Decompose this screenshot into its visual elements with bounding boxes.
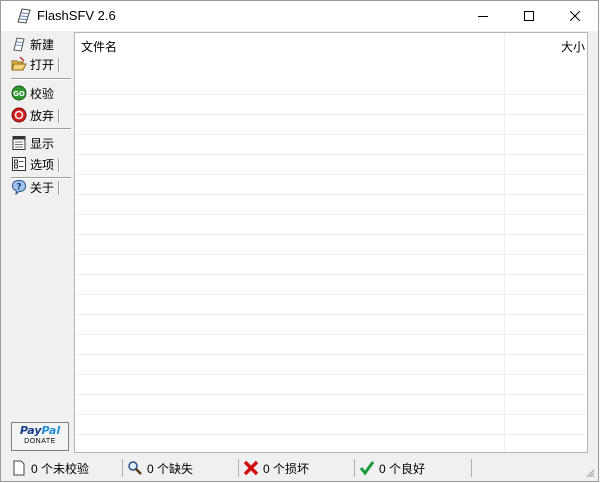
grid-line (75, 435, 587, 452)
grid-line (75, 295, 587, 315)
grid-line (75, 335, 587, 355)
verify-label: 校验 (30, 86, 55, 101)
status-divider (354, 459, 355, 477)
column-header-size[interactable]: 大小 (561, 38, 585, 55)
status-good: 0 个良好 (359, 458, 425, 478)
status-broken: 0 个损坏 (243, 458, 309, 478)
grid-line (75, 415, 587, 435)
minimize-button[interactable] (460, 1, 506, 31)
status-missing: 0 个缺失 (127, 458, 193, 478)
toolbar-separator (11, 128, 71, 130)
grid-line (75, 115, 587, 135)
open-icon (10, 56, 27, 73)
toolbar-separator (11, 78, 71, 80)
open-button[interactable]: 打开 (8, 54, 70, 74)
options-label: 选项 (30, 157, 55, 172)
file-list[interactable]: 文件名 大小 (74, 32, 588, 453)
error-x-icon (243, 460, 259, 476)
grid-line (75, 95, 587, 115)
grid-line (75, 355, 587, 375)
grid-line (75, 315, 587, 335)
grid-line (75, 275, 587, 295)
verify-button[interactable]: GO 校验 (8, 83, 70, 103)
checkmark-icon (359, 460, 375, 476)
toolbar-group-divider (58, 58, 60, 72)
abort-button[interactable]: 放弃 (8, 105, 70, 125)
grid-line (75, 155, 587, 175)
list-header: 文件名 大小 (75, 33, 587, 57)
missing-count: 0 个缺失 (147, 461, 194, 476)
side-toolbar: 新建 打开 GO 校验 放弃 显示 选项 ? 关于 PayPal DONATE (8, 32, 71, 453)
document-icon (11, 460, 27, 476)
close-icon (570, 11, 580, 21)
help-icon: ? (10, 179, 27, 196)
go-icon: GO (10, 85, 27, 102)
donate-label: DONATE (24, 438, 56, 445)
close-button[interactable] (552, 1, 598, 31)
paypal-logo: PayPal (19, 424, 61, 437)
abort-label: 放弃 (30, 108, 55, 123)
display-icon (10, 135, 27, 152)
stop-icon (10, 107, 27, 124)
status-divider (122, 459, 123, 477)
new-label: 新建 (30, 37, 55, 52)
status-bar: 0 个未校验 0 个缺失 0 个损坏 0 个良好 (1, 456, 598, 481)
status-divider (471, 459, 472, 477)
about-button[interactable]: ? 关于 (8, 177, 70, 197)
grid-line (75, 395, 587, 415)
toolbar-group-divider (58, 181, 60, 195)
about-label: 关于 (30, 180, 55, 195)
grid-line (75, 135, 587, 155)
column-header-filename[interactable]: 文件名 (81, 38, 117, 55)
good-count: 0 个良好 (379, 461, 426, 476)
maximize-icon (524, 11, 534, 21)
status-divider (238, 459, 239, 477)
display-button[interactable]: 显示 (8, 133, 70, 153)
grid-line (75, 75, 587, 95)
status-unchecked: 0 个未校验 (11, 458, 89, 478)
grid-line (75, 235, 587, 255)
toolbar-group-divider (58, 158, 60, 172)
main-window: FlashSFV 2.6 新建 打开 GO 校验 放弃 显示 选项 ? 关于 P… (0, 0, 599, 482)
grid-line (75, 255, 587, 275)
unchecked-count: 0 个未校验 (31, 461, 90, 476)
options-icon (10, 156, 27, 173)
grid-line (75, 195, 587, 215)
broken-count: 0 个损坏 (263, 461, 310, 476)
grid-line (75, 215, 587, 235)
svg-text:?: ? (16, 183, 21, 193)
list-gridlines (75, 75, 587, 452)
magnifier-icon (127, 460, 143, 476)
options-button[interactable]: 选项 (8, 154, 70, 174)
grid-line (75, 175, 587, 195)
new-button[interactable]: 新建 (8, 34, 70, 54)
resize-grip-icon[interactable] (585, 468, 595, 478)
grid-line (75, 375, 587, 395)
new-icon (10, 36, 27, 53)
minimize-icon (478, 16, 488, 17)
flashsfv-app-icon (15, 7, 33, 25)
display-label: 显示 (30, 136, 55, 151)
title-bar[interactable]: FlashSFV 2.6 (1, 1, 598, 31)
svg-text:GO: GO (13, 90, 25, 98)
window-title: FlashSFV 2.6 (37, 8, 116, 23)
maximize-button[interactable] (506, 1, 552, 31)
toolbar-group-divider (58, 109, 60, 123)
open-label: 打开 (30, 57, 55, 72)
paypal-donate-button[interactable]: PayPal DONATE (11, 422, 69, 451)
